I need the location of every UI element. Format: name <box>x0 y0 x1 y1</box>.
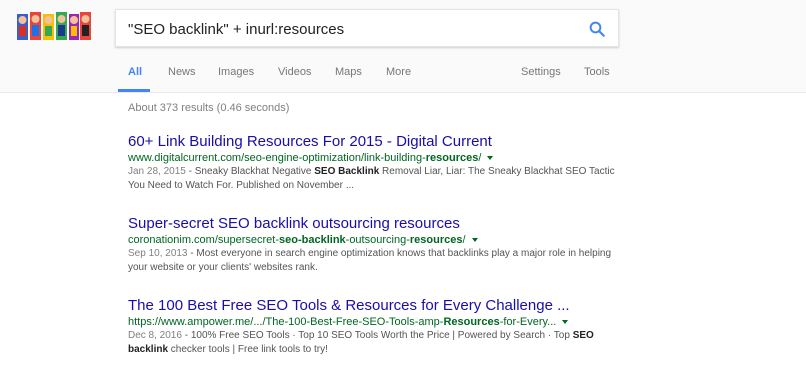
result-url-text: / <box>462 234 466 246</box>
search-input[interactable] <box>128 18 568 40</box>
tab-videos[interactable]: Videos <box>278 66 311 78</box>
result-stats: About 373 results (0.46 seconds) <box>128 102 290 114</box>
result-menu-caret-icon[interactable] <box>471 238 478 243</box>
tab-news[interactable]: News <box>168 66 196 78</box>
tab-images[interactable]: Images <box>218 66 254 78</box>
tab-settings[interactable]: Settings <box>521 66 561 78</box>
result-url-text: -for-Every... <box>499 316 557 328</box>
result-date: Dec 8, 2016 <box>128 330 182 341</box>
result-url-bold: seo-backlink <box>279 234 346 246</box>
active-tab-indicator <box>118 89 150 92</box>
result-snippet: Sep 10, 2013 - Most everyone in search e… <box>128 247 618 275</box>
search-box <box>115 9 619 47</box>
result-title-link[interactable]: 60+ Link Building Resources For 2015 - D… <box>128 133 628 151</box>
result-menu-caret-icon[interactable] <box>487 156 494 161</box>
search-result: 60+ Link Building Resources For 2015 - D… <box>128 133 628 193</box>
tab-maps[interactable]: Maps <box>335 66 362 78</box>
result-title-link[interactable]: The 100 Best Free SEO Tools & Resources … <box>128 297 628 315</box>
result-url-text: www.digitalcurrent.com/seo-engine-optimi… <box>128 152 426 164</box>
result-menu-caret-icon[interactable] <box>562 320 569 325</box>
result-url: www.digitalcurrent.com/seo-engine-optimi… <box>128 151 628 165</box>
tab-more[interactable]: More <box>386 66 411 78</box>
snippet-text: checker tools | Free link tools to try! <box>168 344 328 355</box>
result-url-bold: resources <box>425 152 479 164</box>
snippet-text: - 100% Free SEO Tools · Top 10 SEO Tools… <box>181 330 573 341</box>
result-url-bold: resources <box>409 234 463 246</box>
snippet-bold: SEO Backlink <box>314 166 380 177</box>
result-url-text: -outsourcing- <box>345 234 410 246</box>
tab-tools[interactable]: Tools <box>584 66 610 78</box>
result-url: https://www.ampower.me/.../The-100-Best-… <box>128 315 628 329</box>
search-result: Super-secret SEO backlink outsourcing re… <box>128 215 628 275</box>
result-url: coronationim.com/supersecret-seo-backlin… <box>128 233 628 247</box>
result-date: Jan 28, 2015 <box>128 166 186 177</box>
search-button[interactable] <box>586 18 608 40</box>
tab-all[interactable]: All <box>128 66 142 78</box>
result-snippet: Dec 8, 2016 - 100% Free SEO Tools · Top … <box>128 329 618 357</box>
result-snippet: Jan 28, 2015 - Sneaky Blackhat Negative … <box>128 165 618 193</box>
result-url-text: coronationim.com/supersecret- <box>128 234 280 246</box>
snippet-text: - Most everyone in search engine optimiz… <box>128 248 612 273</box>
result-url-text: / <box>478 152 482 164</box>
search-icon <box>589 21 605 37</box>
result-date: Sep 10, 2013 <box>128 248 188 259</box>
result-title-link[interactable]: Super-secret SEO backlink outsourcing re… <box>128 215 628 233</box>
result-url-text: https://www.ampower.me/.../The-100-Best-… <box>128 316 444 328</box>
search-result: The 100 Best Free SEO Tools & Resources … <box>128 297 628 357</box>
result-url-bold: Resources <box>443 316 500 328</box>
google-doodle-logo[interactable] <box>17 12 91 42</box>
search-header: All News Images Videos Maps More Setting… <box>0 0 806 93</box>
snippet-text: - Sneaky Blackhat Negative <box>185 166 315 177</box>
